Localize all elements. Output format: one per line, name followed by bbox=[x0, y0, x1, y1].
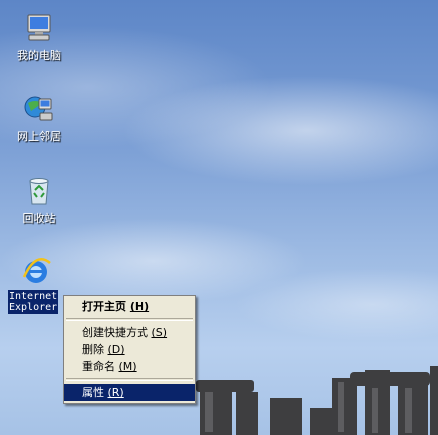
desktop-icon-label: 回收站 bbox=[22, 212, 56, 225]
menu-item-properties[interactable]: 属性 (R) bbox=[64, 384, 195, 401]
recycle-bin-icon bbox=[29, 178, 49, 205]
menu-item-delete[interactable]: 删除 (D) bbox=[64, 341, 195, 358]
desktop-icon-label: 网上邻居 bbox=[17, 130, 61, 143]
internet-explorer-icon bbox=[22, 258, 51, 283]
desktop-icon-internet-explorer[interactable]: Internet Explorer bbox=[8, 255, 70, 314]
menu-separator bbox=[66, 378, 193, 381]
desktop-icon-label: Internet Explorer bbox=[8, 290, 59, 314]
desktop-icon-label: 我的电脑 bbox=[17, 49, 61, 62]
context-menu: 打开主页 (H) 创建快捷方式 (S) 删除 (D) 重命名 (M) 属性 (R… bbox=[63, 295, 196, 404]
desktop-icon-network-places[interactable]: 网上邻居 bbox=[8, 93, 70, 144]
desktop-icon-my-computer[interactable]: 我的电脑 bbox=[8, 12, 70, 63]
menu-item-rename[interactable]: 重命名 (M) bbox=[64, 358, 195, 375]
desktop-icon-recycle-bin[interactable]: 回收站 bbox=[8, 175, 70, 226]
my-computer-icon bbox=[27, 14, 51, 41]
menu-separator bbox=[66, 318, 193, 321]
menu-item-create-shortcut[interactable]: 创建快捷方式 (S) bbox=[64, 324, 195, 341]
network-places-icon bbox=[24, 96, 53, 121]
menu-item-open-homepage[interactable]: 打开主页 (H) bbox=[64, 298, 195, 315]
